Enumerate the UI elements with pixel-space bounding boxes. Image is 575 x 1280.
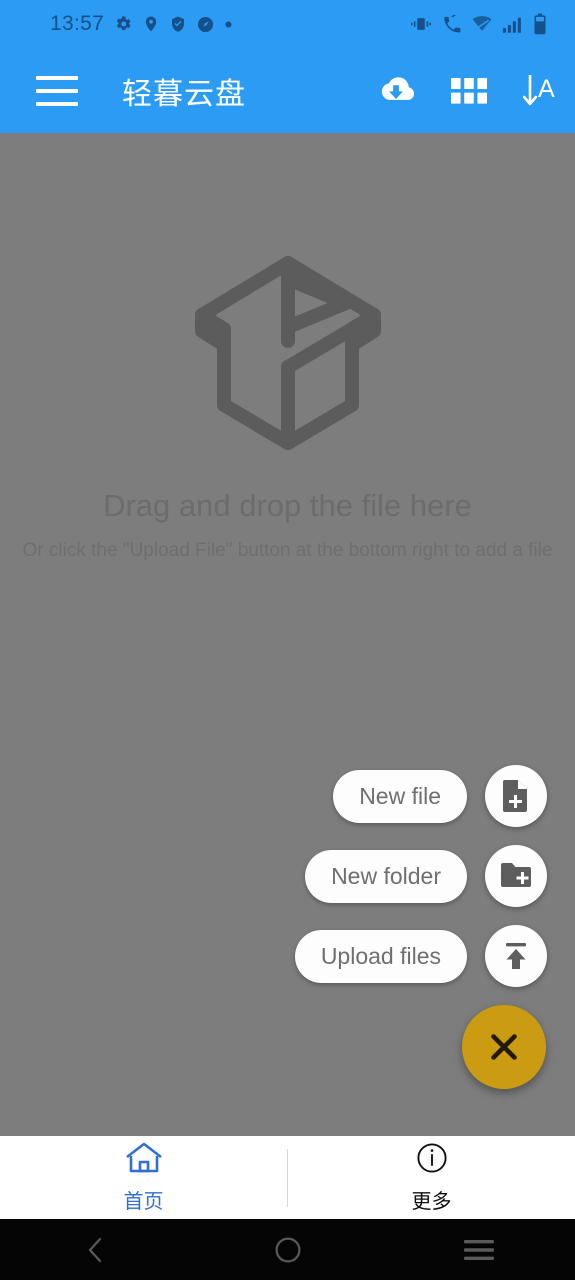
hamburger-menu-icon[interactable] [36,75,78,106]
open-box-icon [185,253,391,458]
svg-text:A: A [538,75,555,103]
signal-bars-icon [502,15,524,34]
wifi-off-icon [471,15,493,33]
speed-dial-item-upload-files[interactable]: Upload files [294,925,547,987]
app-bar-actions: A [375,72,555,110]
menu-line [36,75,78,80]
upload-icon[interactable] [485,925,547,987]
empty-state-title: Drag and drop the file here [103,488,472,523]
system-home-button[interactable] [192,1235,384,1265]
phone-screen: 13:57 轻暮云盘 A Drag and drop the file here… [0,0,575,1280]
system-back-button[interactable] [0,1235,192,1265]
dim-overlay[interactable]: Drag and drop the file here Or click the… [0,133,575,1136]
bottom-nav-label-home: 首页 [123,1191,164,1213]
dot-icon [224,20,233,29]
recents-icon [464,1238,495,1262]
speed-dial-menu: New file New folder Upload files [27,765,547,1136]
empty-state-subtitle: Or click the "Upload File" button at the… [22,540,553,561]
speed-dial-item-new-folder[interactable]: New folder [305,845,547,907]
cloud-download-icon[interactable] [375,74,417,108]
vibrate-icon [410,15,432,33]
bottom-nav-label-more: 更多 [411,1191,452,1213]
speed-dial-item-new-file[interactable]: New file [333,765,547,827]
status-bar-right [410,13,547,35]
info-circle-icon [415,1141,449,1180]
home-circle-icon [273,1235,303,1265]
shield-check-icon [169,14,187,34]
bottom-nav-item-home[interactable]: 首页 [0,1141,287,1214]
location-pin-icon [142,14,160,34]
page-title: 轻暮云盘 [122,77,246,111]
new-file-label[interactable]: New file [333,769,467,823]
status-bar-left: 13:57 [50,12,233,36]
status-clock: 13:57 [50,12,105,35]
battery-icon [533,13,547,35]
system-recents-button[interactable] [383,1238,575,1262]
upload-files-label[interactable]: Upload files [294,929,467,983]
sort-alpha-icon[interactable]: A [521,72,555,110]
app-bar: 轻暮云盘 A [0,48,575,133]
gear-icon [113,14,133,34]
close-fab-button[interactable] [462,1005,546,1089]
new-folder-label[interactable]: New folder [305,849,467,903]
folder-plus-icon[interactable] [485,845,547,907]
call-off-icon [441,14,462,34]
file-plus-icon[interactable] [485,765,547,827]
menu-line [36,88,78,93]
home-icon [124,1141,164,1180]
menu-line [36,101,78,106]
status-bar: 13:57 [0,0,575,48]
back-icon [84,1235,108,1265]
empty-state: Drag and drop the file here Or click the… [0,253,575,568]
bottom-navigation: 首页 更多 [0,1136,575,1219]
bottom-nav-item-more[interactable]: 更多 [288,1141,575,1214]
system-navigation-bar [0,1219,575,1280]
speedometer-icon [196,15,215,34]
grid-view-icon[interactable] [451,77,487,104]
close-icon [491,1034,517,1060]
